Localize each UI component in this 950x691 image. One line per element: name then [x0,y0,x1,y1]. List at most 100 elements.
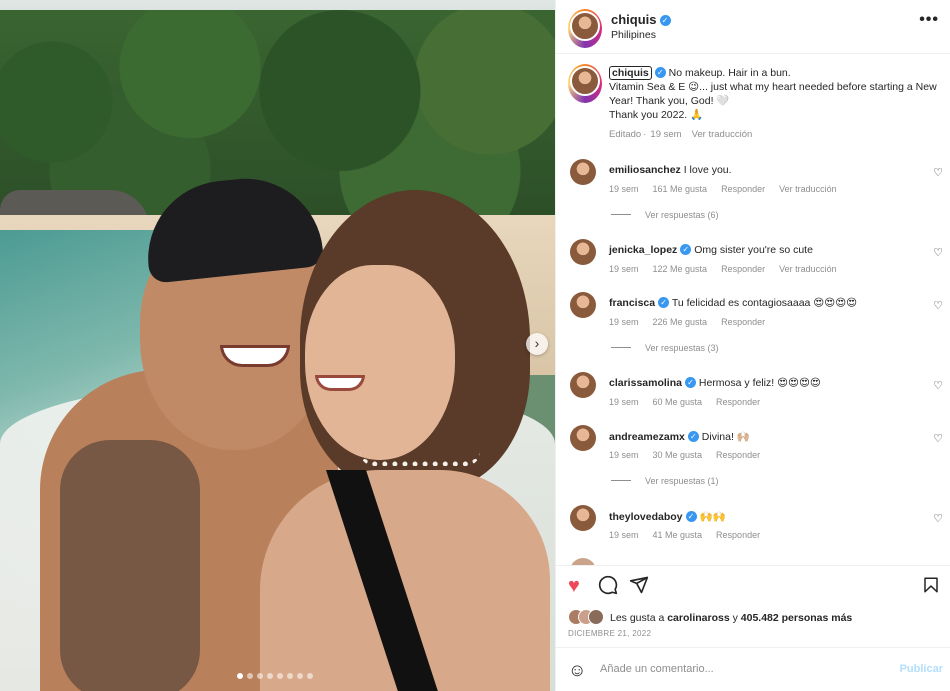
post-side-panel: chiquis ✓ Philipines ••• chiquis ✓ No make… [555,0,950,691]
avatar[interactable] [570,239,596,265]
comment-age[interactable]: 19 sem [609,264,639,274]
caption-meta: Editado · 19 sem Ver traducción [609,129,753,140]
carousel-dot [287,673,293,679]
comment-body: I love you. [683,164,732,176]
comment-username[interactable]: emiliosanchez [609,164,681,176]
comment-meta: 19 sem 122 Me gusta Responder Ver traducció… [609,264,851,274]
heart-outline-icon[interactable]: ♡ [933,246,943,259]
avatar[interactable] [570,425,596,451]
heart-outline-icon[interactable]: ♡ [933,299,943,312]
post-location[interactable]: Philipines [611,29,656,41]
post-header: chiquis ✓ Philipines ••• [568,9,943,48]
paper-plane-icon[interactable] [629,574,649,602]
verified-badge-icon: ✓ [658,297,670,308]
verified-badge-icon: ✓ [687,431,699,442]
likes-middle: y [729,612,741,624]
view-replies-link[interactable]: Ver respuestas (1) [611,476,719,486]
caption-translate-link[interactable]: Ver traducción [692,129,753,140]
verified-badge-icon: ✓ [659,15,671,26]
comment-username[interactable]: francisca [609,297,655,309]
view-replies-link[interactable]: Ver respuestas (3) [611,343,719,353]
comment-reply-button[interactable]: Responder [721,264,765,274]
verified-badge-icon: ✓ [685,511,697,522]
add-comment-bar: ☺ Añade un comentario... Publicar [568,659,943,681]
verified-badge-icon: ✓ [680,244,692,255]
comment-body: 🙌🙌 [699,511,726,523]
caption-edited: Editado [609,129,642,140]
heart-outline-icon[interactable]: ♡ [933,166,943,179]
comment-reply-button[interactable]: Responder [721,317,765,327]
heart-filled-icon[interactable]: ♥ [568,574,580,598]
post-username-text[interactable]: chiquis [611,12,657,27]
bookmark-icon[interactable] [922,574,940,602]
comment-translate-link[interactable]: Ver traducción [779,264,837,274]
comment-meta: 19 sem 226 Me gusta Responder [609,317,779,327]
avatar[interactable] [570,372,596,398]
carousel-dots [237,673,313,679]
comment-reply-button[interactable]: Responder [716,530,760,540]
avatar[interactable] [570,66,600,96]
post-photo[interactable]: › [0,0,555,691]
more-horizontal-icon[interactable]: ••• [919,11,939,29]
avatar[interactable] [570,159,596,185]
view-replies-link[interactable]: Ver respuestas (6) [611,210,719,220]
likers-avatars[interactable] [568,609,608,626]
comment-likes[interactable]: 60 Me gusta [653,397,703,407]
carousel-dot [267,673,273,679]
comment-likes[interactable]: 161 Me gusta [653,184,708,194]
avatar[interactable] [570,292,596,318]
likes-user-link[interactable]: carolinaross [667,612,729,624]
comment-meta: 19 sem 60 Me gusta Responder [609,397,774,407]
likes-text: Les gusta a carolinaross y 405.482 perso… [610,612,852,624]
comment-meta: 19 sem 41 Me gusta Responder [609,530,774,540]
comment-age[interactable]: 19 sem [609,184,639,194]
comment-age[interactable]: 19 sem [609,397,639,407]
smiley-icon[interactable]: ☺ [568,659,586,681]
caption-username[interactable]: chiquis [609,66,652,80]
comment-icon[interactable] [598,574,618,602]
heart-outline-icon[interactable]: ♡ [933,379,943,392]
story-ring[interactable] [568,9,602,48]
comment-likes[interactable]: 122 Me gusta [653,264,708,274]
comment-username[interactable]: andreamezamx [609,431,685,443]
comment-meta: 19 sem 30 Me gusta Responder [609,450,774,460]
comment-body: Tu felicidad es contagiosaaaa 😍😍😍😍 [671,297,858,309]
verified-badge-icon: ✓ [654,67,666,78]
chevron-right-icon[interactable]: › [526,333,548,355]
comment-reply-button[interactable]: Responder [716,397,760,407]
likes-summary: Les gusta a carolinaross y 405.482 perso… [568,609,943,627]
avatar[interactable] [570,505,596,531]
comment-translate-link[interactable]: Ver traducción [779,184,837,194]
comment-likes[interactable]: 30 Me gusta [653,450,703,460]
heart-outline-icon[interactable]: ♡ [933,512,943,525]
comment-username[interactable]: jenicka_lopez [609,244,677,256]
comment-age[interactable]: 19 sem [609,530,639,540]
comment-input[interactable]: Añade un comentario... [600,663,714,675]
comment-reply-button[interactable]: Responder [716,450,760,460]
carousel-dot [247,673,253,679]
carousel-dot [237,673,243,679]
photo-woman [260,190,555,691]
avatar[interactable] [570,11,600,41]
publish-button[interactable]: Publicar [900,663,943,675]
comment-reply-button[interactable]: Responder [721,184,765,194]
comment-age[interactable]: 19 sem [609,317,639,327]
comment-likes[interactable]: 226 Me gusta [653,317,708,327]
caption-age[interactable]: 19 sem [650,129,681,140]
carousel-dot [307,673,313,679]
comment-likes[interactable]: 41 Me gusta [653,530,703,540]
comment-username[interactable]: clarissamolina [609,377,682,389]
heart-outline-icon[interactable]: ♡ [933,432,943,445]
comment-age[interactable]: 19 sem [609,450,639,460]
verified-badge-icon: ✓ [684,377,696,388]
carousel-dot [277,673,283,679]
comment-text: jenicka_lopez ✓ Omg sister you're so cute [609,244,914,256]
comment-body: Divina! 🙌🏼 [701,431,750,443]
story-ring[interactable] [568,64,602,103]
carousel-dot [297,673,303,679]
comment-username[interactable]: theylovedaboy [609,511,683,523]
avatar [588,609,604,625]
post-username[interactable]: chiquis ✓ [611,12,671,27]
comment-text: emiliosanchez I love you. [609,164,914,176]
likes-count-link[interactable]: 405.482 personas más [741,612,853,624]
